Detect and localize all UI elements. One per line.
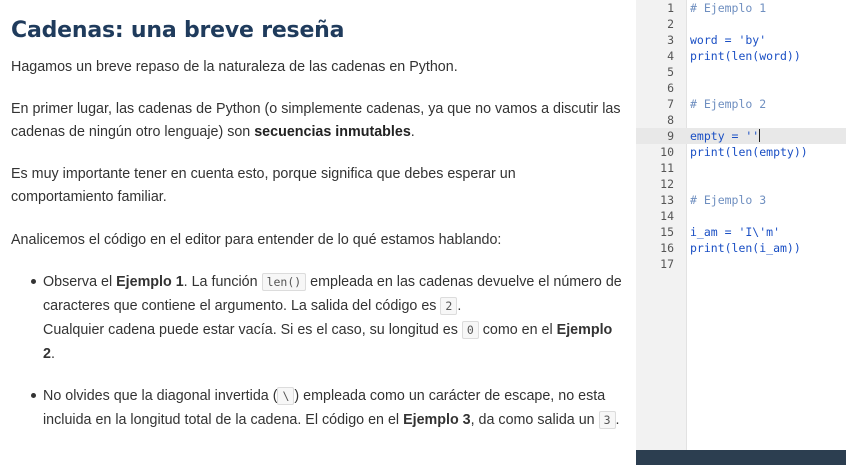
bullet-text: . xyxy=(615,412,620,428)
editor-line[interactable]: 9 empty = '' xyxy=(636,128,846,144)
editor-status-bar xyxy=(636,450,846,465)
code-text[interactable]: print(len(word)) xyxy=(690,48,801,64)
intro-paragraph: Hagamos un breve repaso de la naturaleza… xyxy=(11,59,458,75)
inline-code: 3 xyxy=(598,411,616,429)
inline-code: 0 xyxy=(461,321,479,339)
inline-code: len() xyxy=(261,273,307,291)
code-text[interactable]: # Ejemplo 2 xyxy=(690,96,766,112)
line-number: 4 xyxy=(667,49,674,63)
editor-line[interactable]: 14 xyxy=(636,208,846,224)
editor-line[interactable]: 16 print(len(i_am)) xyxy=(636,240,846,256)
line-number: 11 xyxy=(660,161,674,175)
immutable-paragraph: En primer lugar, las cadenas de Python (… xyxy=(11,98,626,144)
line-number: 3 xyxy=(667,33,674,47)
line-number: 17 xyxy=(660,257,674,271)
bullet-text: como en el xyxy=(478,322,557,338)
line-number: 13 xyxy=(660,193,674,207)
editor-line[interactable]: 15 i_am = 'I\'m' xyxy=(636,224,846,240)
line-number: 16 xyxy=(660,241,674,255)
line-number: 7 xyxy=(667,97,674,111)
code-text[interactable]: # Ejemplo 1 xyxy=(690,0,766,16)
code-text[interactable]: empty = '' xyxy=(690,128,761,144)
bullet-example-3: No olvides que la diagonal invertida (\)… xyxy=(31,384,623,432)
lesson-panel: Cadenas: una breve reseña Hagamos un bre… xyxy=(0,0,636,465)
editor-line[interactable]: 10 print(len(empty)) xyxy=(636,144,846,160)
editor-line[interactable]: 5 xyxy=(636,64,846,80)
bullet-text: No olvides que la diagonal invertida ( xyxy=(43,388,278,404)
editor-line[interactable]: 3 word = 'by' xyxy=(636,32,846,48)
editor-line[interactable]: 12 xyxy=(636,176,846,192)
line-number: 9 xyxy=(667,129,674,143)
line-number: 15 xyxy=(660,225,674,239)
line-number: 12 xyxy=(660,177,674,191)
line-number: 1 xyxy=(667,1,674,15)
line-number: 10 xyxy=(660,145,674,159)
bullet-bold: Ejemplo 3 xyxy=(403,412,471,428)
bullet-text: . xyxy=(50,346,55,362)
editor-line[interactable]: 11 xyxy=(636,160,846,176)
bullet-text: . La función xyxy=(183,274,262,290)
analyze-paragraph: Analicemos el código en el editor para e… xyxy=(11,232,502,248)
editor-line[interactable]: 1 # Ejemplo 1 xyxy=(636,0,846,16)
important-paragraph: Es muy importante tener en cuenta esto, … xyxy=(11,166,516,205)
code-text[interactable]: i_am = 'I\'m' xyxy=(690,224,780,240)
code-editor[interactable]: 1 # Ejemplo 1 2 3 word = 'by' 4 print(len(word… xyxy=(636,0,846,465)
line-number: 2 xyxy=(667,17,674,31)
editor-line[interactable]: 17 xyxy=(636,256,846,272)
code-text[interactable]: print(len(i_am)) xyxy=(690,240,801,256)
line-number: 6 xyxy=(667,81,674,95)
bullet-text: Cualquier cadena puede estar vacía. Si e… xyxy=(43,322,462,338)
bullet-dot xyxy=(31,279,36,284)
bullet-bold: Ejemplo 1 xyxy=(116,274,184,290)
page-title: Cadenas: una breve reseña xyxy=(11,18,345,43)
line-number: 5 xyxy=(667,65,674,79)
bullet-text: Observa el xyxy=(43,274,117,290)
inline-code: 2 xyxy=(440,297,458,315)
editor-line[interactable]: 4 print(len(word)) xyxy=(636,48,846,64)
bullet-dot xyxy=(31,393,36,398)
line-number: 8 xyxy=(667,113,674,127)
text-cursor xyxy=(759,129,761,142)
line-number: 14 xyxy=(660,209,674,223)
editor-line[interactable]: 2 xyxy=(636,16,846,32)
editor-line[interactable]: 6 xyxy=(636,80,846,96)
bullet-example-1: Observa el Ejemplo 1. La función len() e… xyxy=(31,270,623,366)
code-text[interactable]: print(len(empty)) xyxy=(690,144,808,160)
immutable-bold: secuencias inmutables xyxy=(254,124,411,140)
bullet-text: , da como salida un xyxy=(470,412,599,428)
inline-code: \ xyxy=(277,387,295,405)
editor-line[interactable]: 7 # Ejemplo 2 xyxy=(636,96,846,112)
editor-line[interactable]: 13 # Ejemplo 3 xyxy=(636,192,846,208)
code-text[interactable]: # Ejemplo 3 xyxy=(690,192,766,208)
immutable-text-c: . xyxy=(410,124,415,140)
bullet-text: . xyxy=(457,298,462,314)
code-text[interactable]: word = 'by' xyxy=(690,32,766,48)
editor-line[interactable]: 8 xyxy=(636,112,846,128)
